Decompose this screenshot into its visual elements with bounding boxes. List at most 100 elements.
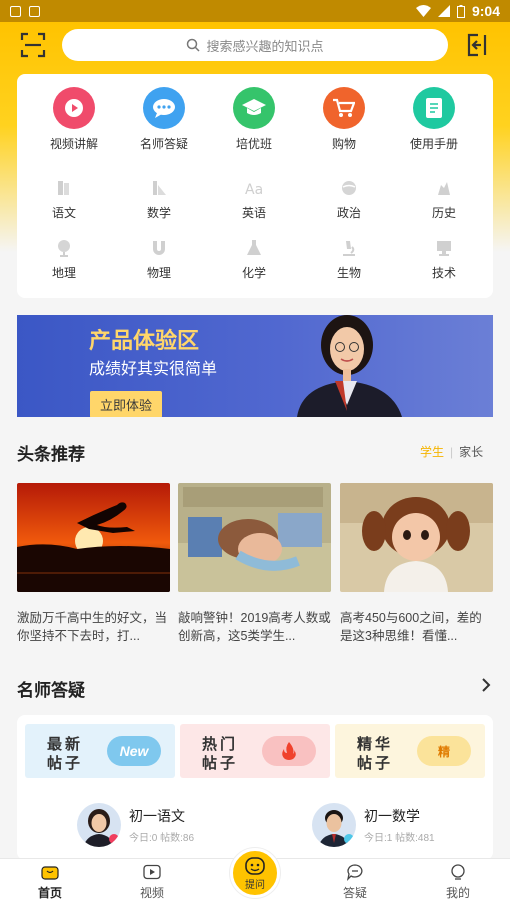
- globe-stand-icon: [54, 238, 74, 258]
- featured-posts-tile[interactable]: 精华 帖子 精: [335, 724, 485, 778]
- chat-icon: [143, 87, 185, 129]
- category-card: 视频讲解 名师答疑 培优班 购物 使用手册 语文 数学 Aa 英语 政治 历史 …: [17, 74, 493, 298]
- presenter-photo: [297, 315, 402, 417]
- tile-line1: 精华: [357, 736, 394, 753]
- news-thumbnail: [340, 483, 493, 592]
- banner-button[interactable]: 立即体验: [90, 391, 163, 417]
- subject-label: 历史: [431, 206, 456, 220]
- ask-label: 提问: [245, 879, 265, 891]
- tile-line1: 热门: [202, 736, 239, 753]
- search-placeholder: 搜索感兴趣的知识点: [206, 38, 324, 54]
- subject-label: 政治: [336, 206, 361, 220]
- video-icon: [143, 863, 161, 881]
- trophy-icon: 精: [417, 736, 471, 766]
- news-caption: 敲响警钟！2019高考人数或创新高，这5类学生...: [178, 611, 331, 643]
- audience-toggle: 学生 | 家长: [420, 443, 483, 460]
- globe-icon: [339, 178, 359, 198]
- news-thumbnail: [178, 483, 331, 592]
- subject-label: 英语: [241, 206, 266, 220]
- notification-icon: [29, 5, 40, 17]
- hot-posts-tile[interactable]: 热门 帖子: [180, 724, 330, 778]
- feature-shop[interactable]: 购物: [304, 87, 384, 152]
- feature-label: 使用手册: [409, 137, 458, 151]
- subject-label: 物理: [146, 266, 171, 280]
- wifi-icon: [415, 5, 431, 17]
- subject-biology[interactable]: 生物: [319, 238, 379, 281]
- subject-politics[interactable]: 政治: [319, 178, 379, 221]
- clock: 9:04: [471, 3, 500, 19]
- news-caption: 高考450与600之间，差的是这3种思维！看懂...: [340, 611, 482, 643]
- nav-label: 我的: [445, 886, 470, 900]
- search-input[interactable]: 搜索感兴趣的知识点: [62, 29, 448, 61]
- exit-icon[interactable]: [464, 32, 490, 58]
- feature-class[interactable]: 培优班: [214, 87, 294, 152]
- feature-label: 视频讲解: [49, 137, 98, 151]
- tile-line2: 帖子: [202, 755, 239, 772]
- forum-name: 初一数学: [364, 808, 420, 824]
- feature-label: 名师答疑: [139, 137, 188, 151]
- promo-banner[interactable]: 产品体验区 成绩好其实很简单 立即体验: [17, 315, 493, 417]
- history-icon: [434, 178, 454, 198]
- feature-label: 培优班: [235, 137, 272, 151]
- subject-technology[interactable]: 技术: [414, 238, 474, 281]
- flame-icon: [262, 736, 316, 766]
- subject-chemistry[interactable]: 化学: [224, 238, 284, 281]
- scan-icon[interactable]: [20, 32, 46, 58]
- nav-label: 答疑: [342, 886, 367, 900]
- subject-label: 语文: [51, 206, 76, 220]
- graduation-cap-icon: [233, 87, 275, 129]
- forum-name: 初一语文: [129, 808, 185, 824]
- ask-button[interactable]: 提问: [230, 848, 280, 898]
- tab-parent[interactable]: 家长: [459, 443, 483, 460]
- new-badge-icon: New: [107, 736, 161, 766]
- flask-icon: [244, 238, 264, 258]
- nav-video[interactable]: 视频: [122, 863, 182, 901]
- tile-line1: 最新: [47, 736, 84, 753]
- book-icon: [54, 178, 74, 198]
- qa-card: 最新 帖子 New 热门 帖子 精华 帖子 精 初一语文 今日:0 帖数:86: [17, 715, 493, 860]
- subject-history[interactable]: 历史: [414, 178, 474, 221]
- subject-chinese[interactable]: 语文: [34, 178, 94, 221]
- subject-physics[interactable]: 物理: [129, 238, 189, 281]
- divider: |: [450, 444, 454, 459]
- forum-math[interactable]: 初一数学 今日:1 帖数:481: [312, 802, 435, 848]
- subject-english[interactable]: Aa 英语: [224, 178, 284, 221]
- headlines-title: 头条推荐: [17, 445, 85, 464]
- news-card[interactable]: 高考450与600之间，差的是这3种思维！看懂...: [340, 483, 493, 645]
- microscope-icon: [339, 238, 359, 258]
- ruler-icon: [149, 178, 169, 198]
- subject-label: 数学: [146, 206, 171, 220]
- nav-home[interactable]: 首页: [20, 863, 80, 901]
- computer-icon: [434, 238, 454, 258]
- nav-mine[interactable]: 我的: [428, 863, 488, 901]
- feature-video[interactable]: 视频讲解: [34, 87, 114, 152]
- nav-answers[interactable]: 答疑: [325, 863, 385, 901]
- feature-manual[interactable]: 使用手册: [394, 87, 474, 152]
- feature-qa[interactable]: 名师答疑: [124, 87, 204, 152]
- avatar: [77, 803, 121, 847]
- tile-line2: 帖子: [47, 755, 84, 772]
- search-icon: [187, 38, 201, 52]
- tile-line2: 帖子: [357, 755, 394, 772]
- ask-face-icon: [245, 856, 265, 875]
- subject-math[interactable]: 数学: [129, 178, 189, 221]
- news-card[interactable]: 激励万千高中生的好文，当你坚持不下去时，打...: [17, 483, 170, 645]
- svg-text:Aa: Aa: [245, 182, 263, 197]
- subject-label: 技术: [431, 266, 456, 280]
- profile-icon: [449, 863, 467, 881]
- banner-title: 产品体验区: [89, 328, 200, 353]
- feature-label: 购物: [331, 137, 356, 151]
- cart-icon: [323, 87, 365, 129]
- subject-geography[interactable]: 地理: [34, 238, 94, 281]
- latest-posts-tile[interactable]: 最新 帖子 New: [25, 724, 175, 778]
- forum-chinese[interactable]: 初一语文 今日:0 帖数:86: [77, 802, 194, 848]
- notification-icon: [10, 5, 21, 17]
- qa-title: 名师答疑: [17, 681, 85, 700]
- chevron-right-icon[interactable]: [480, 678, 492, 692]
- top-bar: 搜索感兴趣的知识点: [0, 22, 510, 68]
- news-caption: 激励万千高中生的好文，当你坚持不下去时，打...: [17, 611, 168, 643]
- nav-label: 视频: [139, 886, 164, 900]
- tab-student[interactable]: 学生: [420, 443, 444, 460]
- news-card[interactable]: 敲响警钟！2019高考人数或创新高，这5类学生...: [178, 483, 331, 645]
- play-icon: [53, 87, 95, 129]
